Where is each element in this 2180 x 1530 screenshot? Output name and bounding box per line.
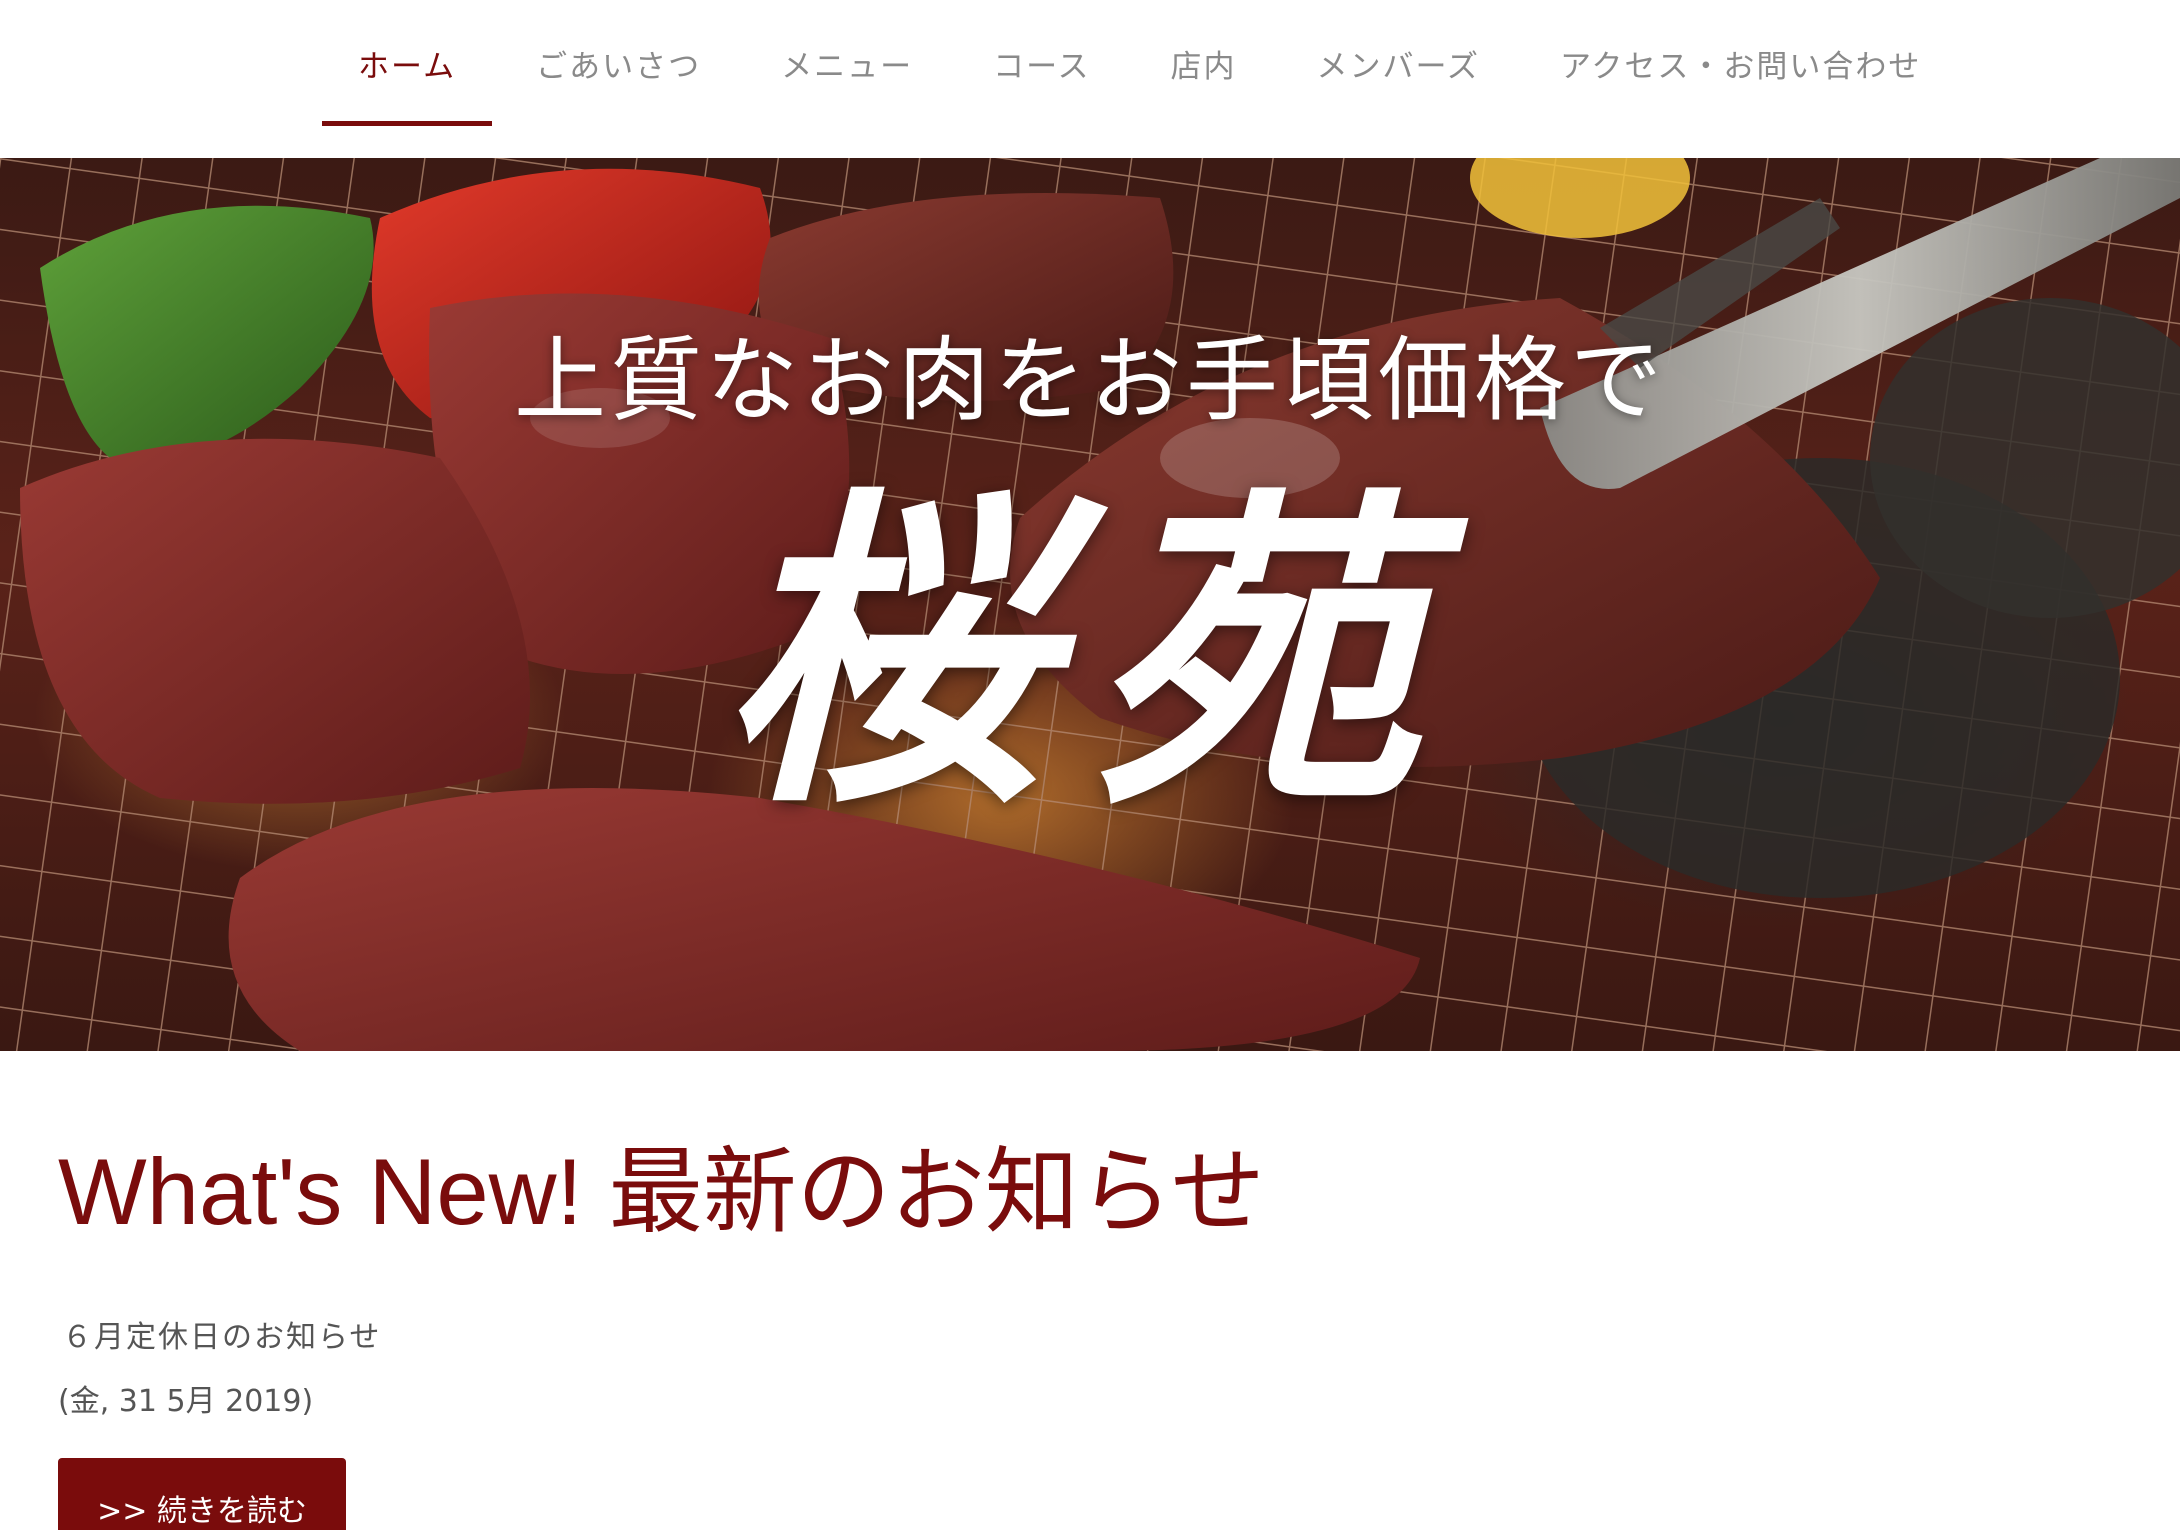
news-section: What's New! 最新のお知らせ ６月定休日のお知らせ (金, 31 5月… xyxy=(58,1139,2118,1530)
hero-banner: 上質なお肉をお手頃価格で 桜苑 xyxy=(0,158,2180,1051)
news-item-date: (金, 31 5月 2019) xyxy=(58,1384,314,1419)
nav-item-home[interactable]: ホーム xyxy=(322,0,493,126)
nav-item-greeting[interactable]: ごあいさつ xyxy=(500,0,737,126)
restaurant-logo: 桜苑 xyxy=(720,459,1460,847)
news-heading: What's New! 最新のお知らせ xyxy=(58,1139,1265,1244)
nav-item-menu[interactable]: メニュー xyxy=(745,0,949,126)
hero-tagline: 上質なお肉をお手頃価格で xyxy=(513,327,1666,434)
news-item-title[interactable]: ６月定休日のお知らせ xyxy=(62,1312,381,1356)
nav-item-members[interactable]: メンバーズ xyxy=(1281,0,1516,126)
top-navigation: ホーム ごあいさつ メニュー コース 店内 メンバーズ アクセス・お問い合わせ xyxy=(0,0,2180,158)
nav-item-interior[interactable]: 店内 xyxy=(1135,0,1273,126)
nav-list: ホーム ごあいさつ メニュー コース 店内 メンバーズ アクセス・お問い合わせ xyxy=(322,0,1965,158)
read-more-button[interactable]: >> 続きを読む xyxy=(58,1458,346,1530)
nav-item-course[interactable]: コース xyxy=(957,0,1126,126)
nav-item-access-contact[interactable]: アクセス・お問い合わせ xyxy=(1524,0,1957,126)
